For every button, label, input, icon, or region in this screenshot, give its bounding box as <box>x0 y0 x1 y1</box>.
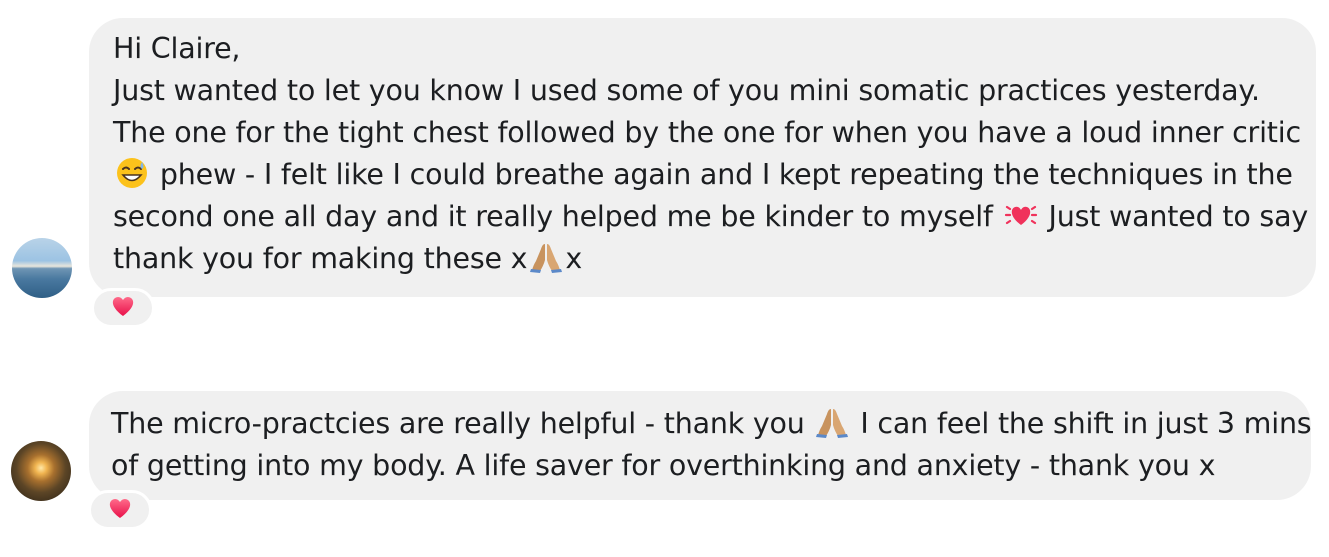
message-bubble-2[interactable]: The micro-practcies are really helpful -… <box>89 391 1312 500</box>
folded-hands-emoji <box>815 405 849 439</box>
message-text: thank you for making these x <box>113 242 528 275</box>
message-text: I can feel the shift in just 3 mins <box>851 407 1312 440</box>
message-line-with-emoji: thank you for making these x x <box>113 238 1296 280</box>
message-line-with-emoji: phew - I felt like I could breathe again… <box>113 154 1296 196</box>
heart-icon <box>110 294 136 322</box>
message-text: second one all day and it really helped … <box>113 200 1002 233</box>
grinning-sweat-emoji <box>115 156 149 190</box>
message-line: Hi Claire, <box>113 32 241 65</box>
message-line-with-emoji: The micro-practcies are really helpful -… <box>111 403 1312 445</box>
folded-hands-emoji <box>529 240 563 274</box>
sender-avatar-2[interactable] <box>11 441 71 501</box>
message-text: Just wanted to say <box>1039 200 1308 233</box>
heart-icon <box>107 496 133 524</box>
sender-avatar-1[interactable] <box>12 238 72 298</box>
heart-reaction-badge[interactable] <box>91 288 155 328</box>
message-text: phew - I felt like I could breathe again… <box>151 158 1293 191</box>
message-line: The one for the tight chest followed by … <box>113 116 1301 149</box>
message-text: The micro-practcies are really helpful -… <box>111 407 814 440</box>
message-line: of getting into my body. A life saver fo… <box>111 449 1216 482</box>
message-line: Just wanted to let you know I used some … <box>113 74 1260 107</box>
message-line-with-emoji: second one all day and it really helped … <box>113 196 1308 238</box>
beating-heart-emoji <box>1004 198 1038 232</box>
message-text: x <box>565 242 583 275</box>
heart-reaction-badge[interactable] <box>88 490 152 530</box>
message-bubble-1[interactable]: Hi Claire, Just wanted to let you know I… <box>89 18 1316 297</box>
